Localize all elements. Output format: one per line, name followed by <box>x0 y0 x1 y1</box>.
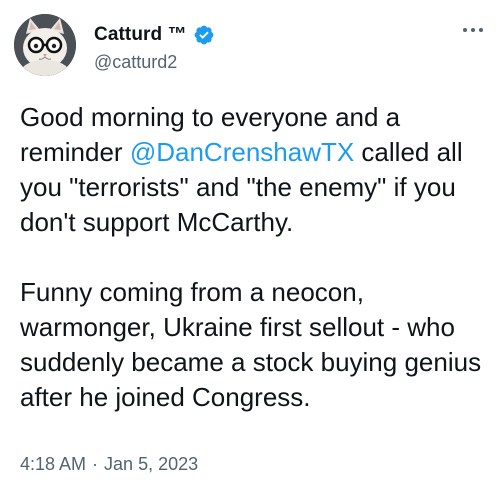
tweet-time[interactable]: 4:18 AM <box>20 454 86 475</box>
tweet-paragraph-2: Funny coming from a neocon, warmonger, U… <box>20 277 482 412</box>
tweet-paragraph-1: Good morning to everyone and a reminder … <box>20 100 490 240</box>
tweet-date[interactable]: Jan 5, 2023 <box>104 454 198 475</box>
author-display-name[interactable]: Catturd ™ <box>94 24 187 46</box>
author-handle[interactable]: @catturd2 <box>94 52 177 73</box>
mention-link[interactable]: @DanCrenshawTX <box>130 137 354 167</box>
meta-separator: · <box>92 454 99 474</box>
verified-badge-icon <box>194 25 214 45</box>
avatar[interactable] <box>14 14 76 76</box>
more-dots-icon[interactable] <box>456 20 490 40</box>
tweet-card: Catturd ™ @catturd2 Good morning to ever… <box>0 0 500 499</box>
tweet-text: Good morning to everyone and a reminder … <box>20 100 490 415</box>
tweet-timestamp: 4:18 AM · Jan 5, 2023 <box>20 454 198 475</box>
author-name-row[interactable]: Catturd ™ <box>94 24 215 46</box>
cat-with-glasses-avatar-icon <box>14 14 76 76</box>
